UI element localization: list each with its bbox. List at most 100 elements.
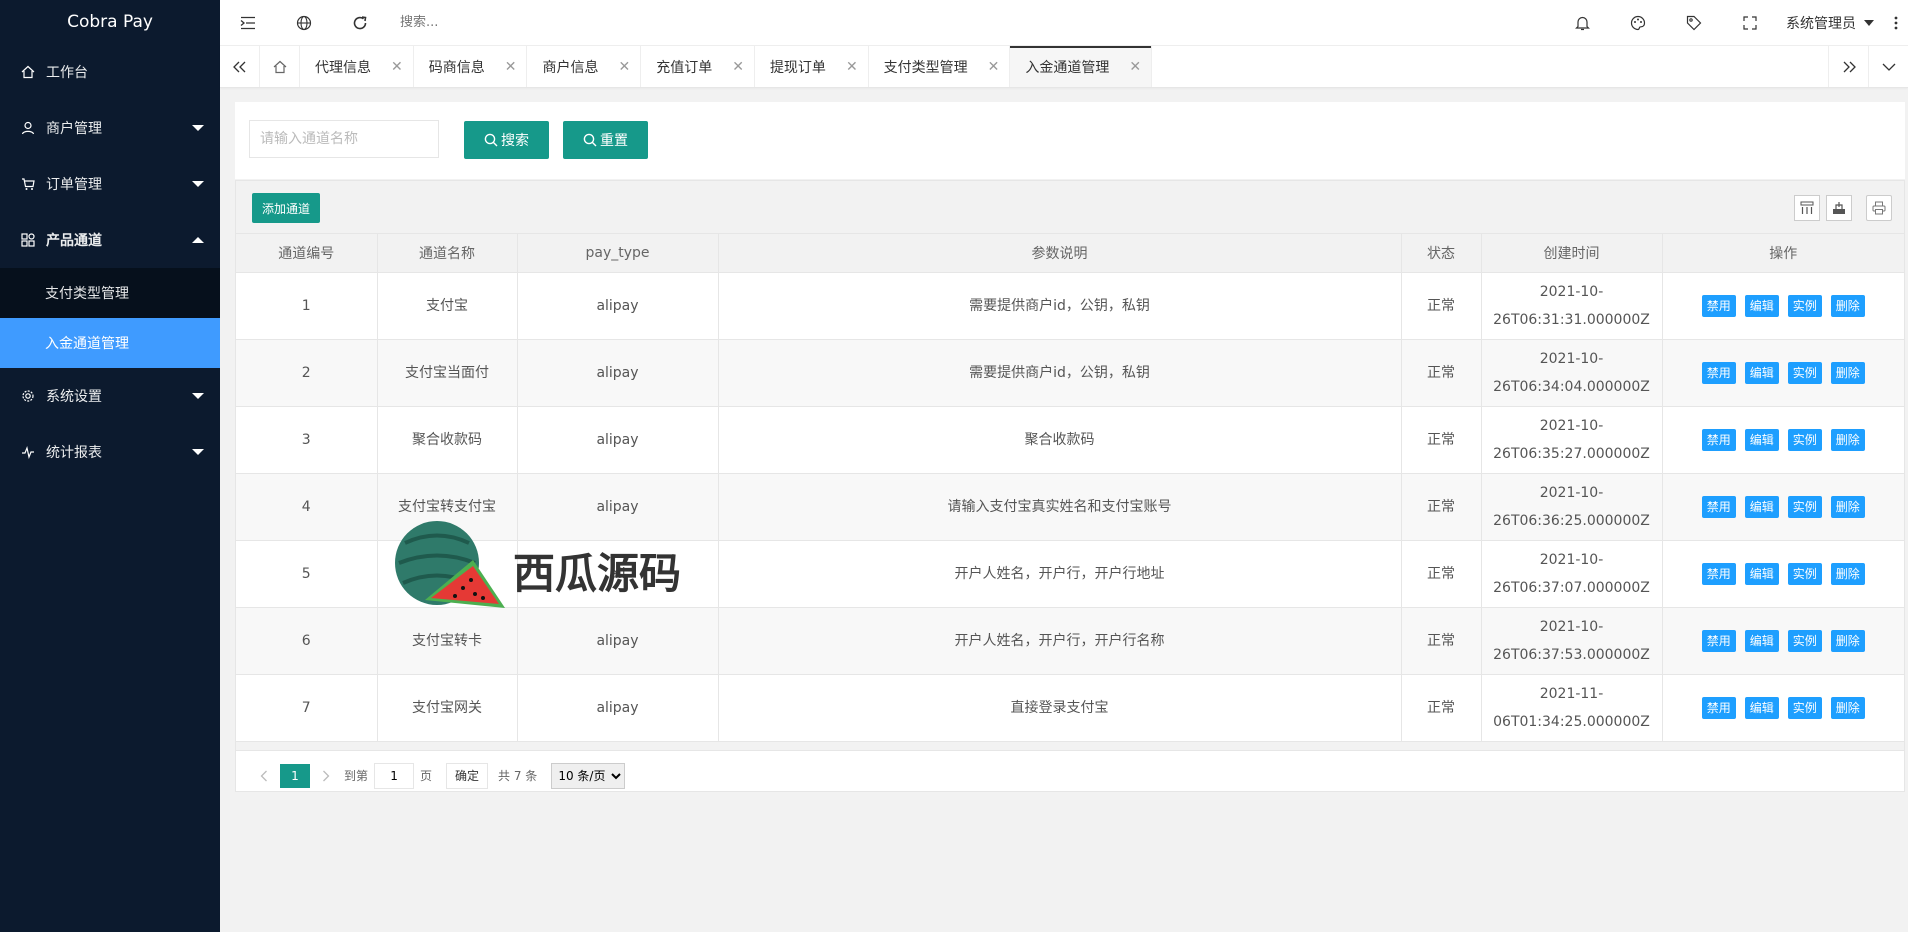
edit-button[interactable]: 编辑: [1744, 428, 1779, 451]
tab-home-icon[interactable]: [260, 46, 300, 87]
column-header[interactable]: 状态: [1401, 234, 1482, 273]
sidebar-item-workbench[interactable]: 工作台: [0, 44, 220, 100]
table-row[interactable]: 1 支付宝 alipay 需要提供商户id，公钥，私钥 正常 2021-10- 26T06:…: [236, 272, 1904, 340]
table-row[interactable]: 3 聚合收款码 alipay 聚合收款码 正常 2021-10- 26T06:35:27.0…: [236, 406, 1905, 474]
delete-button[interactable]: 删除: [1830, 562, 1865, 585]
column-header[interactable]: pay_type: [517, 234, 719, 273]
edit-button[interactable]: 编辑: [1744, 495, 1779, 518]
delete-button[interactable]: 删除: [1830, 428, 1865, 451]
page-size-select[interactable]: 10 条/页: [551, 762, 626, 789]
close-icon[interactable]: ✕: [618, 59, 630, 75]
palette-icon[interactable]: [1610, 0, 1666, 46]
goto-page-input[interactable]: [374, 762, 415, 789]
tabs-menu-chevron-down-icon[interactable]: [1868, 46, 1908, 87]
column-header[interactable]: 参数说明: [718, 234, 1402, 273]
close-icon[interactable]: ✕: [1129, 59, 1141, 75]
tabs-scroll-right-icon[interactable]: [1828, 46, 1868, 87]
more-vertical-icon[interactable]: [1884, 0, 1908, 46]
tabs-scroll-left-icon[interactable]: [220, 46, 260, 87]
bell-icon[interactable]: [1554, 0, 1610, 46]
close-icon[interactable]: ✕: [391, 59, 403, 75]
disable-button[interactable]: 禁用: [1701, 361, 1736, 384]
close-icon[interactable]: ✕: [505, 59, 517, 75]
edit-button[interactable]: 编辑: [1744, 629, 1779, 652]
example-button[interactable]: 实例: [1787, 428, 1822, 451]
tab-withdraw-orders[interactable]: 提现订单 ✕: [755, 46, 869, 87]
refresh-icon[interactable]: [332, 0, 388, 46]
sidebar-subitem-deposit-channel[interactable]: 入金通道管理: [0, 318, 220, 368]
header-search-input[interactable]: [400, 7, 700, 38]
print-icon[interactable]: [1866, 195, 1892, 221]
edit-button[interactable]: 编辑: [1744, 696, 1779, 719]
export-icon[interactable]: [1826, 195, 1852, 221]
example-button[interactable]: 实例: [1787, 495, 1822, 518]
cell-actions: 禁用 编辑 实例 删除: [1662, 473, 1904, 541]
sidebar-subitem-pay-type[interactable]: 支付类型管理: [0, 268, 220, 318]
disable-button[interactable]: 禁用: [1701, 294, 1736, 317]
table-row[interactable]: 7 支付宝网关 alipay 直接登录支付宝 正常 2021-11- 06T01:34:25…: [236, 674, 1904, 742]
edit-button[interactable]: 编辑: [1744, 562, 1779, 585]
delete-button[interactable]: 删除: [1830, 495, 1865, 518]
globe-icon[interactable]: [276, 0, 332, 46]
cell-created-time: 2021-10- 26T06:34:04.000000Z: [1481, 339, 1663, 407]
total-count: 共 7 条: [498, 769, 538, 783]
table-scroll-strip[interactable]: [236, 741, 1904, 751]
add-channel-button[interactable]: 添加通道: [252, 193, 321, 223]
sidebar-item-orders[interactable]: 订单管理: [0, 156, 220, 212]
disable-button[interactable]: 禁用: [1701, 428, 1736, 451]
next-page-icon[interactable]: [314, 770, 338, 782]
tab-recharge-orders[interactable]: 充值订单 ✕: [641, 46, 755, 87]
tab-code-merchant-info[interactable]: 码商信息 ✕: [414, 46, 528, 87]
edit-button[interactable]: 编辑: [1744, 294, 1779, 317]
column-header[interactable]: 操作: [1662, 234, 1904, 273]
sidebar-item-merchant[interactable]: 商户管理: [0, 100, 220, 156]
menu-fold-icon[interactable]: [220, 0, 276, 46]
example-button[interactable]: 实例: [1787, 562, 1822, 585]
action-group: 禁用 编辑 实例 删除: [1663, 361, 1905, 384]
cell-pay-type: alipay: [517, 406, 719, 474]
fullscreen-icon[interactable]: [1722, 0, 1778, 46]
delete-button[interactable]: 删除: [1830, 361, 1865, 384]
search-button[interactable]: 搜索: [464, 121, 549, 159]
disable-button[interactable]: 禁用: [1701, 495, 1736, 518]
disable-button[interactable]: 禁用: [1701, 696, 1736, 719]
sidebar-item-settings[interactable]: 系统设置: [0, 368, 220, 424]
close-icon[interactable]: ✕: [732, 59, 744, 75]
column-header[interactable]: 通道名称: [377, 234, 518, 273]
tab-merchant-info[interactable]: 商户信息 ✕: [527, 46, 642, 87]
table-row[interactable]: 4 支付宝转支付宝 alipay 请输入支付宝真实姓名和支付宝账号 正常 2021-10-…: [236, 473, 1904, 541]
example-button[interactable]: 实例: [1787, 361, 1822, 384]
delete-button[interactable]: 删除: [1830, 629, 1865, 652]
user-menu[interactable]: 系统管理员: [1778, 13, 1884, 33]
column-header[interactable]: 创建时间: [1481, 234, 1663, 273]
page-current[interactable]: 1: [280, 763, 310, 788]
goto-confirm-button[interactable]: 确定: [446, 762, 489, 789]
column-header[interactable]: 通道编号: [236, 234, 378, 273]
table-row[interactable]: 6 支付宝转卡 alipay 开户人姓名，开户行，开户行名称 正常 2021-10- 26T…: [236, 607, 1904, 675]
columns-filter-icon[interactable]: [1794, 195, 1820, 221]
tag-icon[interactable]: [1666, 0, 1722, 46]
edit-button[interactable]: 编辑: [1744, 361, 1779, 384]
time-line: 2021-10-: [1539, 484, 1604, 501]
close-icon[interactable]: ✕: [988, 59, 1000, 75]
example-button[interactable]: 实例: [1787, 294, 1822, 317]
example-button[interactable]: 实例: [1787, 629, 1822, 652]
reset-button[interactable]: 重置: [563, 121, 648, 159]
tab-deposit-channel[interactable]: 入金通道管理 ✕: [1010, 46, 1153, 87]
sidebar-item-label: 统计报表: [46, 445, 102, 461]
channel-name-input[interactable]: [249, 120, 439, 158]
action-group: 禁用 编辑 实例 删除: [1663, 428, 1905, 451]
table-row[interactable]: 5 ali 开户人姓名，开户行，开户行地址 正常 2021-10- 26T06:37:07…: [236, 540, 1904, 608]
disable-button[interactable]: 禁用: [1701, 629, 1736, 652]
disable-button[interactable]: 禁用: [1701, 562, 1736, 585]
tab-pay-type[interactable]: 支付类型管理 ✕: [869, 46, 1011, 87]
sidebar-item-reports[interactable]: 统计报表: [0, 424, 220, 480]
close-icon[interactable]: ✕: [846, 59, 858, 75]
prev-page-icon[interactable]: [252, 770, 276, 782]
sidebar-item-product-channel[interactable]: 产品通道: [0, 212, 220, 268]
table-row[interactable]: 2 支付宝当面付 alipay 需要提供商户id，公钥，私钥 正常 2021-10- 26T…: [236, 339, 1905, 407]
tab-agent-info[interactable]: 代理信息 ✕: [300, 46, 414, 87]
example-button[interactable]: 实例: [1787, 696, 1822, 719]
delete-button[interactable]: 删除: [1830, 696, 1865, 719]
delete-button[interactable]: 删除: [1830, 294, 1865, 317]
